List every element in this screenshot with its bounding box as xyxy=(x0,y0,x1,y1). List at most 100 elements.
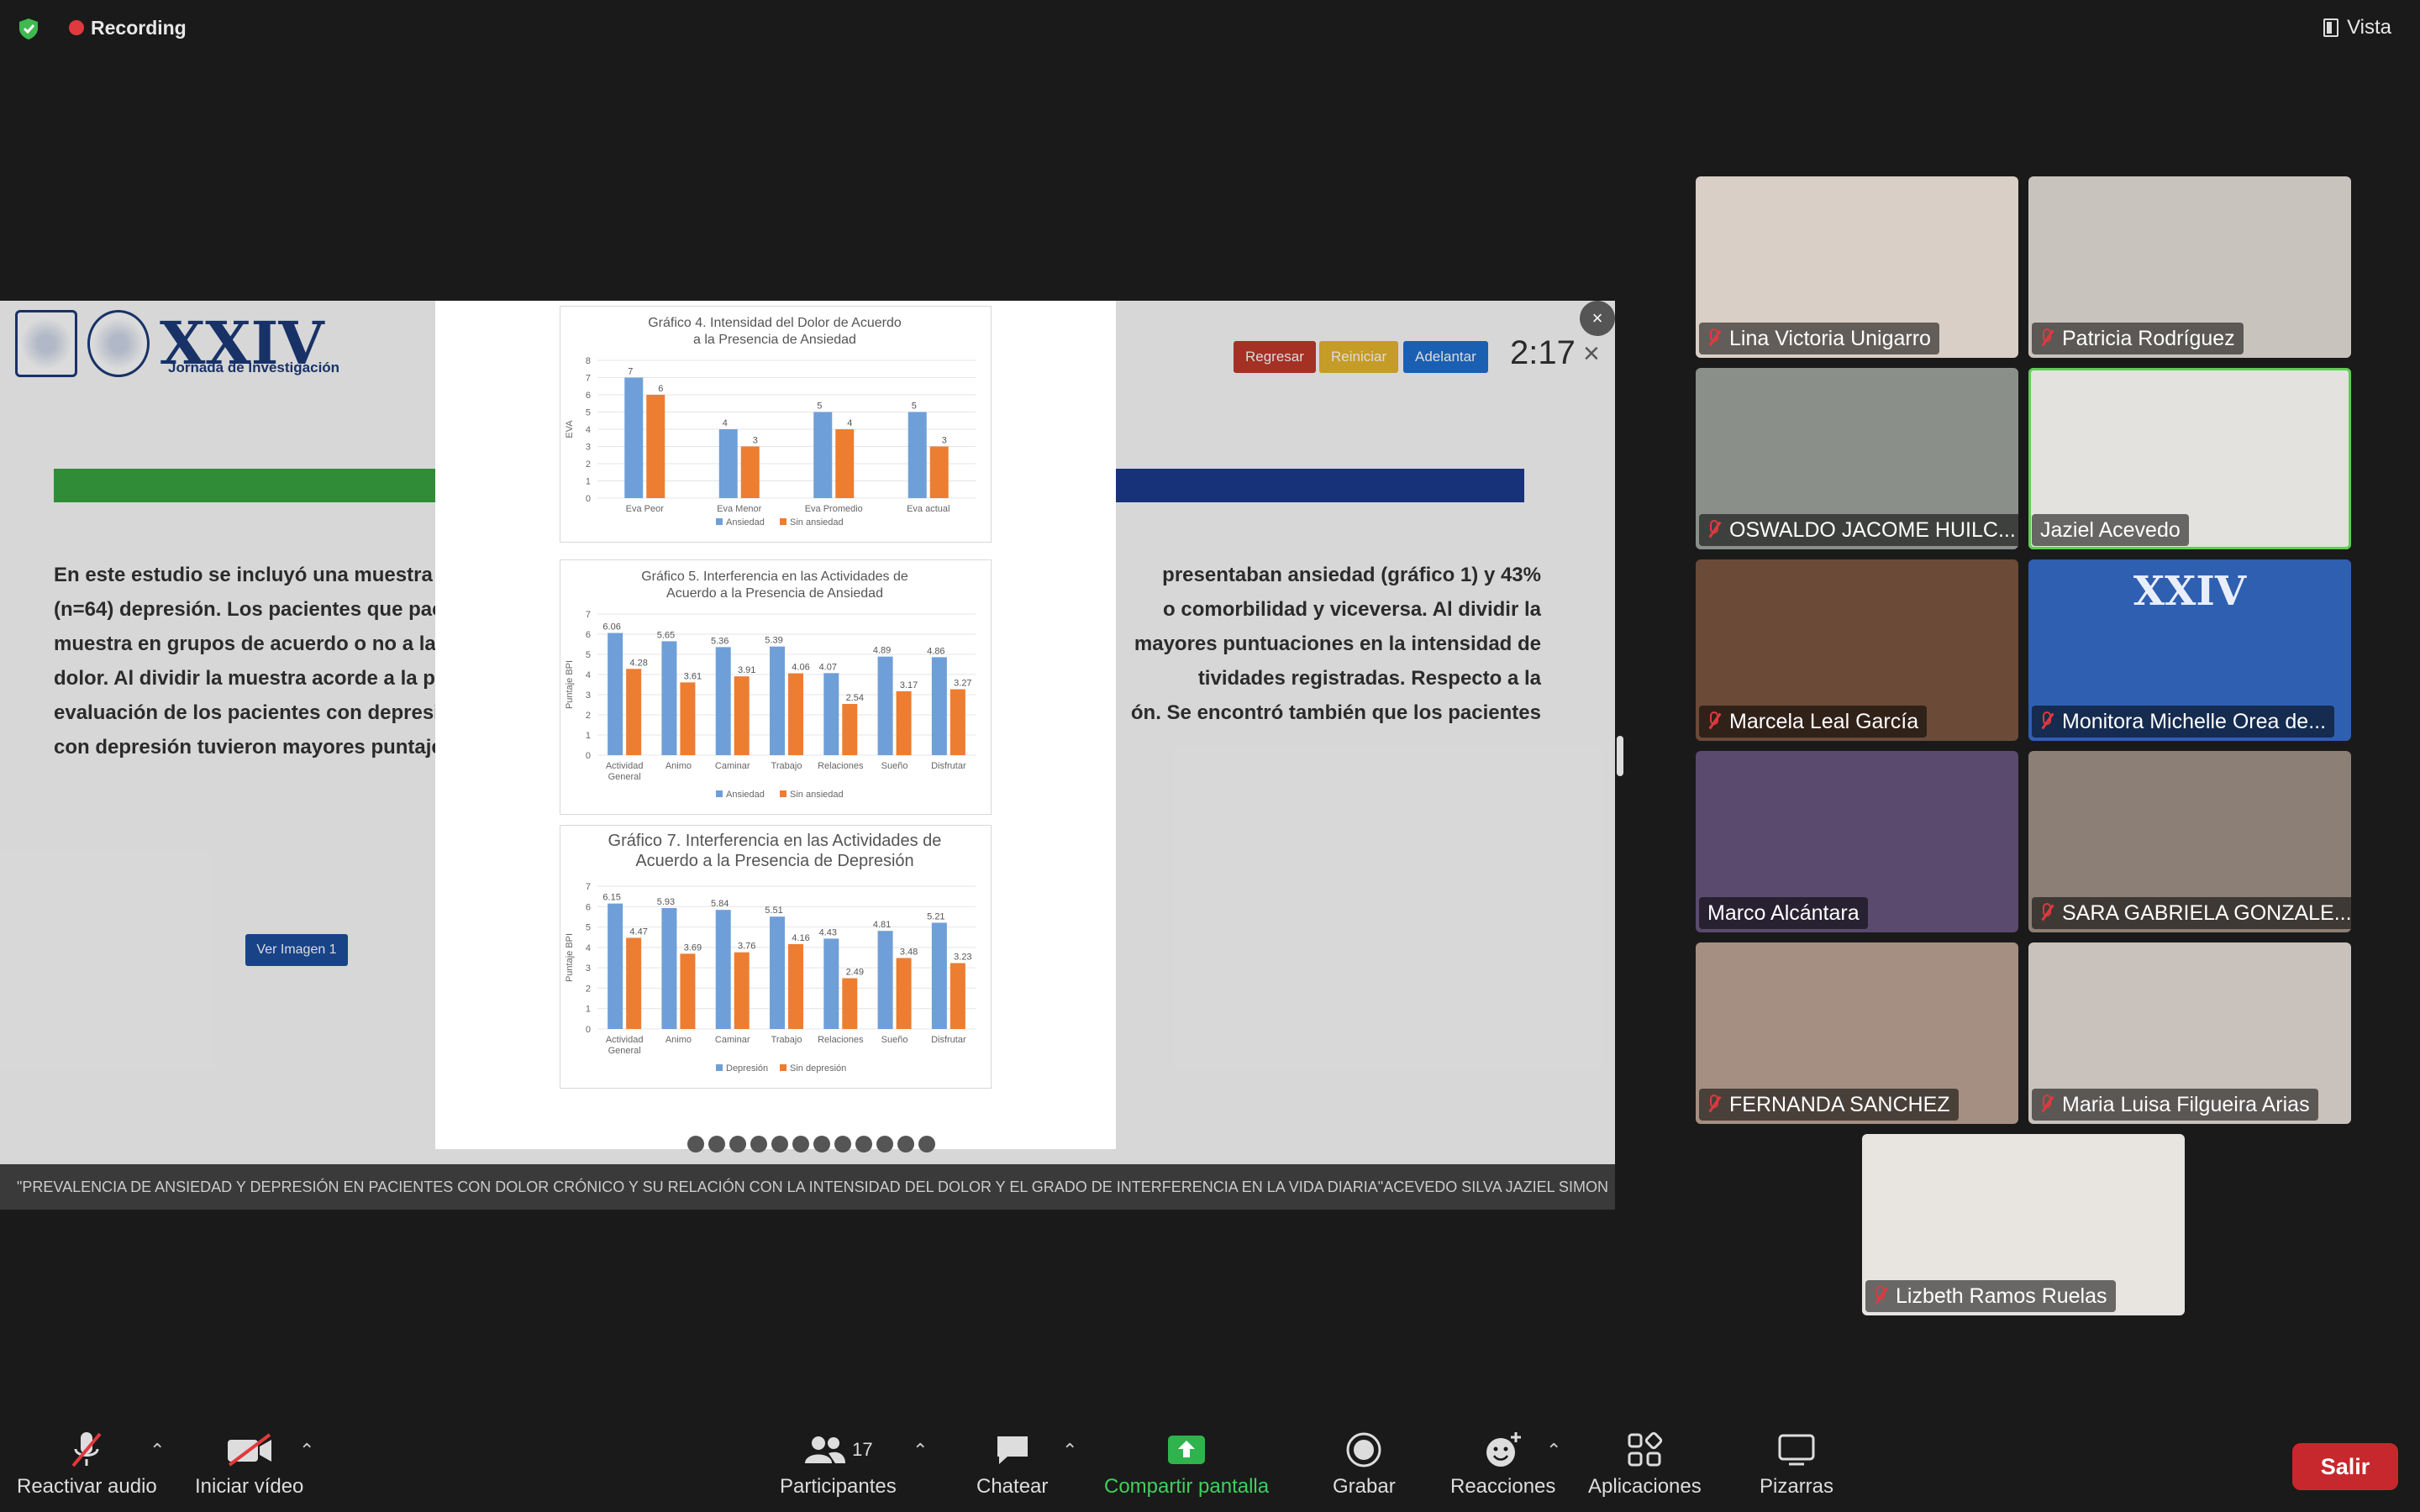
participants-button[interactable]: 17 Participantes xyxy=(780,1430,897,1499)
x-tick-label: Trabajo xyxy=(771,761,802,771)
bar xyxy=(661,641,677,755)
data-label: 5.36 xyxy=(711,636,729,646)
bar xyxy=(835,429,855,498)
participant-name: Marco Alcántara xyxy=(1707,900,1860,925)
x-tick-label: Eva Promedio xyxy=(805,504,863,514)
lightbox-controls[interactable] xyxy=(687,1136,935,1152)
image-lightbox: Gráfico 4. Intensidad del Dolor de Acuer… xyxy=(435,301,1116,1149)
unmute-button[interactable]: Reactivar audio xyxy=(17,1430,157,1499)
leave-button[interactable]: Salir xyxy=(2292,1443,2398,1490)
y-tick-label: 6 xyxy=(586,391,591,401)
whiteboards-button[interactable]: Pizarras xyxy=(1760,1430,1833,1499)
participant-tile[interactable]: Maria Luisa Filgueira Arias xyxy=(2028,942,2351,1124)
y-tick-label: 7 xyxy=(586,374,591,384)
data-label: 5.84 xyxy=(711,899,729,909)
video-options-caret-icon[interactable]: ⌃ xyxy=(299,1440,314,1462)
chat-button[interactable]: Chatear xyxy=(976,1430,1048,1499)
chart-panel-7: Gráfico 7. Interferencia en las Activida… xyxy=(560,825,992,1089)
legend-label: Ansiedad xyxy=(726,517,765,528)
y-tick-label: 1 xyxy=(586,1005,591,1015)
data-label: 3 xyxy=(942,436,947,446)
legend-swatch xyxy=(716,790,723,797)
participants-label: Participantes xyxy=(780,1475,897,1498)
recording-dot-icon xyxy=(69,20,84,35)
mic-muted-icon xyxy=(71,1432,102,1467)
participant-name-tag: SARA GABRIELA GONZALE... xyxy=(2032,897,2351,929)
chart-title: Gráfico 4. Intensidad del Dolor de Acuer… xyxy=(648,316,902,330)
participant-name-tag: Lizbeth Ramos Ruelas xyxy=(1865,1280,2116,1312)
bar xyxy=(715,910,731,1029)
legend-label: Depresión xyxy=(726,1063,768,1074)
data-label: 3.17 xyxy=(900,680,918,690)
chart-panel-4: Gráfico 4. Intensidad del Dolor de Acuer… xyxy=(560,306,992,543)
unmute-label: Reactivar audio xyxy=(17,1475,157,1498)
chart-title: Acuerdo a la Presencia de Depresión xyxy=(635,852,913,870)
x-tick-label: Caminar xyxy=(715,1035,750,1045)
participant-tile[interactable]: Lizbeth Ramos Ruelas xyxy=(1862,1134,2185,1315)
bar xyxy=(715,647,731,755)
participant-tile[interactable]: Lina Victoria Unigarro xyxy=(1696,176,2018,358)
legend-label: Sin depresión xyxy=(790,1063,846,1074)
bar xyxy=(740,446,760,498)
share-screen-button[interactable]: Compartir pantalla xyxy=(1104,1430,1269,1499)
bar xyxy=(734,676,750,755)
participant-tile[interactable]: FERNANDA SANCHEZ xyxy=(1696,942,2018,1124)
y-tick-label: 3 xyxy=(586,443,591,453)
participant-tile[interactable]: Marcela Leal García xyxy=(1696,559,2018,741)
mic-muted-icon xyxy=(2040,328,2054,349)
participant-tile-active-speaker[interactable]: Jaziel Acevedo xyxy=(2028,368,2351,549)
bar xyxy=(823,673,839,755)
apps-button[interactable]: Aplicaciones xyxy=(1588,1430,1702,1499)
participant-tile[interactable]: XXIV Monitora Michelle Orea de... xyxy=(2028,559,2351,741)
split-handle[interactable] xyxy=(1617,736,1623,776)
record-button[interactable]: Grabar xyxy=(1333,1430,1396,1499)
y-tick-label: 1 xyxy=(586,731,591,741)
view-layout-icon xyxy=(2323,18,2339,37)
x-tick-label: Trabajo xyxy=(771,1035,802,1045)
legend-swatch xyxy=(780,518,786,525)
data-label: 3.61 xyxy=(684,671,702,681)
bar xyxy=(929,446,949,498)
participant-name: OSWALDO JACOME HUILC... xyxy=(1729,517,2016,542)
y-tick-label: 4 xyxy=(586,943,591,953)
data-label: 5.51 xyxy=(765,906,782,916)
legend-label: Sin ansiedad xyxy=(790,790,844,800)
bar xyxy=(661,907,677,1029)
data-label: 5.21 xyxy=(927,911,944,921)
x-tick-label: Eva actual xyxy=(907,504,950,514)
data-label: 4 xyxy=(723,418,728,428)
whiteboards-label: Pizarras xyxy=(1760,1475,1834,1498)
participants-options-caret-icon[interactable]: ⌃ xyxy=(913,1440,928,1462)
participant-tile[interactable]: Patricia Rodríguez xyxy=(2028,176,2351,358)
participant-tile[interactable]: Marco Alcántara xyxy=(1696,751,2018,932)
participant-name: Jaziel Acevedo xyxy=(2040,517,2181,542)
data-label: 4.28 xyxy=(629,658,647,668)
legend-label: Sin ansiedad xyxy=(790,517,844,528)
whiteboard-icon xyxy=(1778,1434,1815,1466)
y-tick-label: 4 xyxy=(586,670,591,680)
security-shield-icon[interactable] xyxy=(17,17,40,40)
participant-tile[interactable]: SARA GABRIELA GONZALE... xyxy=(2028,751,2351,932)
reactions-options-caret-icon[interactable]: ⌃ xyxy=(1546,1440,1561,1462)
x-tick-label: Animo xyxy=(666,761,692,771)
x-tick-label: Sueño xyxy=(881,761,908,771)
x-tick-label: General xyxy=(608,1046,641,1056)
lightbox-close-icon[interactable]: × xyxy=(1580,301,1615,336)
view-button[interactable]: Vista xyxy=(2312,12,2403,44)
reactions-button[interactable]: Reacciones xyxy=(1450,1430,1555,1499)
chat-options-caret-icon[interactable]: ⌃ xyxy=(1062,1440,1077,1462)
x-tick-label: Actividad xyxy=(606,761,644,771)
participant-tile[interactable]: OSWALDO JACOME HUILC... xyxy=(1696,368,2018,549)
bar xyxy=(931,657,947,755)
data-label: 5.93 xyxy=(657,897,675,907)
participant-name-tag: Marco Alcántara xyxy=(1699,897,1868,929)
bar xyxy=(842,978,858,1029)
start-video-button[interactable]: Iniciar vídeo xyxy=(195,1430,303,1499)
x-tick-label: General xyxy=(608,772,641,782)
y-axis-label: EVA xyxy=(565,420,575,438)
data-label: 2.49 xyxy=(846,968,864,978)
x-tick-label: Actividad xyxy=(606,1035,644,1045)
y-tick-label: 3 xyxy=(586,963,591,974)
audio-options-caret-icon[interactable]: ⌃ xyxy=(150,1440,165,1462)
apps-icon xyxy=(1628,1431,1663,1467)
